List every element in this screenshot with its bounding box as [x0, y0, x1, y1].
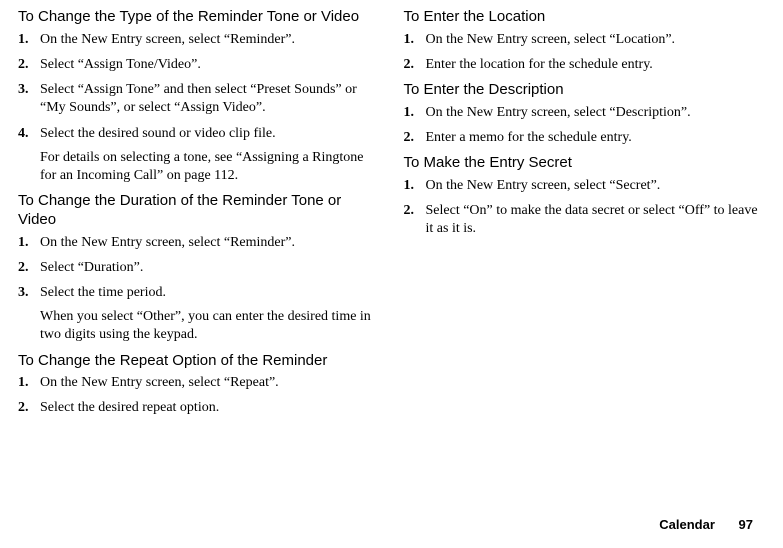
ordered-list: 1.On the New Entry screen, select “Repea… [18, 374, 380, 417]
list-item: 3.Select the time period. When you select… [18, 284, 380, 345]
list-number: 1. [404, 104, 426, 122]
content-columns: To Change the Type of the Reminder Tone … [18, 8, 765, 425]
section-heading: To Change the Repeat Option of the Remin… [18, 352, 380, 371]
list-item: 2.Enter the location for the schedule en… [404, 56, 766, 74]
list-number: 1. [18, 374, 40, 392]
ordered-list: 1.On the New Entry screen, select “Descr… [404, 104, 766, 147]
list-text: Select the time period. When you select “… [40, 284, 380, 345]
list-number: 1. [18, 234, 40, 252]
list-number: 3. [18, 81, 40, 99]
list-number: 2. [404, 56, 426, 74]
list-item: 2.Select “On” to make the data secret or… [404, 202, 766, 238]
list-item: 1.On the New Entry screen, select “Locat… [404, 31, 766, 49]
list-item: 1.On the New Entry screen, select “Remin… [18, 234, 380, 252]
list-item: 2.Select “Duration”. [18, 259, 380, 277]
list-text: Select “On” to make the data secret or s… [426, 202, 766, 238]
list-note: For details on selecting a tone, see “As… [40, 149, 380, 185]
ordered-list: 1.On the New Entry screen, select “Remin… [18, 234, 380, 345]
list-text: On the New Entry screen, select “Repeat”… [40, 374, 380, 392]
list-number: 3. [18, 284, 40, 302]
list-number: 2. [18, 56, 40, 74]
list-text: Select “Duration”. [40, 259, 380, 277]
list-number: 2. [18, 259, 40, 277]
list-item: 2.Select “Assign Tone/Video”. [18, 56, 380, 74]
list-item: 1.On the New Entry screen, select “Descr… [404, 104, 766, 122]
ordered-list: 1.On the New Entry screen, select “Locat… [404, 31, 766, 74]
section-heading: To Change the Type of the Reminder Tone … [18, 8, 380, 27]
list-number: 2. [404, 202, 426, 220]
list-text: Select the desired sound or video clip f… [40, 125, 380, 186]
list-text: Select “Assign Tone” and then select “Pr… [40, 81, 380, 117]
page-footer: Calendar 97 [659, 517, 753, 532]
section-heading: To Enter the Description [404, 81, 766, 100]
list-number: 1. [18, 31, 40, 49]
right-column: To Enter the Location 1.On the New Entry… [404, 8, 766, 425]
list-text: On the New Entry screen, select “Reminde… [40, 234, 380, 252]
list-item: 2.Select the desired repeat option. [18, 399, 380, 417]
list-text: Enter the location for the schedule entr… [426, 56, 766, 74]
list-text: On the New Entry screen, select “Reminde… [40, 31, 380, 49]
list-text-inner: Select the desired sound or video clip f… [40, 126, 276, 141]
list-number: 4. [18, 125, 40, 143]
list-number: 2. [404, 129, 426, 147]
list-item: 1.On the New Entry screen, select “Secre… [404, 177, 766, 195]
list-item: 2.Enter a memo for the schedule entry. [404, 129, 766, 147]
list-item: 3.Select “Assign Tone” and then select “… [18, 81, 380, 117]
ordered-list: 1.On the New Entry screen, select “Secre… [404, 177, 766, 239]
list-text: Select the desired repeat option. [40, 399, 380, 417]
list-text: On the New Entry screen, select “Secret”… [426, 177, 766, 195]
list-number: 1. [404, 177, 426, 195]
list-note: When you select “Other”, you can enter t… [40, 308, 380, 344]
footer-chapter: Calendar [659, 517, 715, 532]
list-number: 1. [404, 31, 426, 49]
footer-page-number: 97 [739, 517, 753, 532]
left-column: To Change the Type of the Reminder Tone … [18, 8, 380, 425]
list-number: 2. [18, 399, 40, 417]
list-item: 1.On the New Entry screen, select “Remin… [18, 31, 380, 49]
section-heading: To Enter the Location [404, 8, 766, 27]
list-text: Enter a memo for the schedule entry. [426, 129, 766, 147]
section-heading: To Change the Duration of the Reminder T… [18, 192, 380, 230]
list-item: 4.Select the desired sound or video clip… [18, 125, 380, 186]
list-text: On the New Entry screen, select “Descrip… [426, 104, 766, 122]
list-text: On the New Entry screen, select “Locatio… [426, 31, 766, 49]
list-text-inner: Select the time period. [40, 285, 166, 300]
section-heading: To Make the Entry Secret [404, 154, 766, 173]
list-text: Select “Assign Tone/Video”. [40, 56, 380, 74]
ordered-list: 1.On the New Entry screen, select “Remin… [18, 31, 380, 185]
list-item: 1.On the New Entry screen, select “Repea… [18, 374, 380, 392]
